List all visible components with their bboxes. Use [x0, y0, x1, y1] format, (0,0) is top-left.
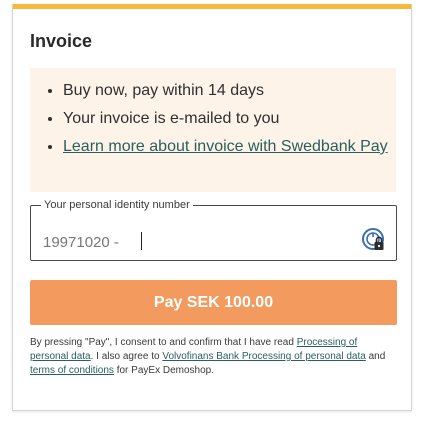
invoice-payment-card: Invoice Buy now, pay within 14 days Your…	[12, 4, 412, 411]
list-item: Buy now, pay within 14 days	[63, 79, 388, 103]
terms-of-conditions-link[interactable]: terms of conditions	[30, 365, 114, 376]
learn-more-link[interactable]: Learn more about invoice with Swedbank P…	[63, 138, 388, 155]
list-item: Your invoice is e-mailed to you	[63, 107, 388, 131]
volvofinans-processing-link[interactable]: Volvofinans Bank Processing of personal …	[162, 351, 365, 362]
consent-text-part: By pressing "Pay", I consent to and conf…	[30, 337, 294, 348]
pay-button[interactable]: Pay SEK 100.00	[30, 280, 397, 325]
consent-text: By pressing "Pay", I consent to and conf…	[30, 336, 398, 378]
consent-text-part: for PayEx Demoshop.	[116, 365, 214, 376]
consent-text-part: and	[368, 351, 386, 362]
consent-text-part: . I also agree to	[90, 351, 160, 362]
list-item-learn-more: Learn more about invoice with Swedbank P…	[63, 135, 388, 159]
text-caret	[141, 232, 142, 250]
bankid-lock-icon	[362, 228, 384, 250]
personal-id-input[interactable]	[43, 231, 343, 253]
invoice-benefits-list: Buy now, pay within 14 days Your invoice…	[30, 79, 388, 163]
personal-id-label: Your personal identity number	[44, 199, 190, 211]
page-title: Invoice	[30, 31, 93, 51]
personal-id-field[interactable]: Your personal identity number	[30, 199, 397, 261]
invoice-info-box: Buy now, pay within 14 days Your invoice…	[30, 68, 396, 192]
card-top-accent-bar	[13, 4, 411, 9]
